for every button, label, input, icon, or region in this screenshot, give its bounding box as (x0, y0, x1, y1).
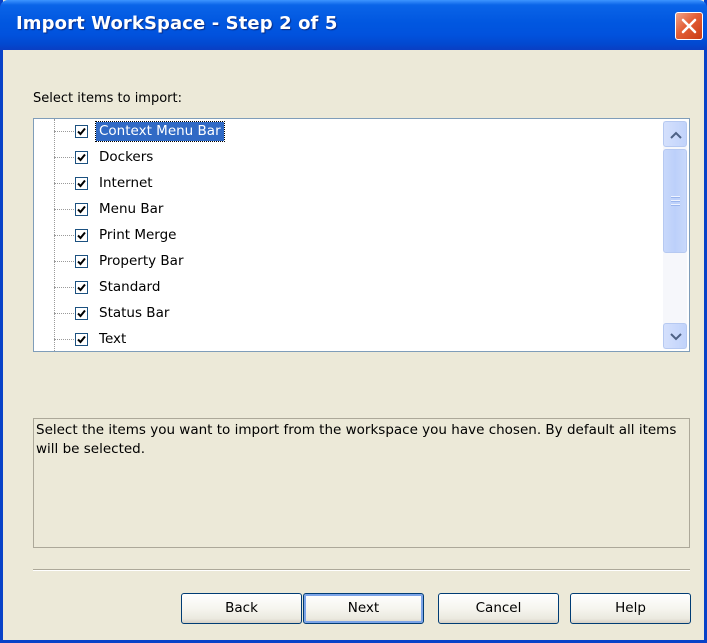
tree-item[interactable]: Internet (34, 171, 654, 197)
tree-item[interactable]: Text (34, 327, 654, 351)
item-checkbox[interactable] (75, 151, 88, 164)
item-checkbox[interactable] (75, 333, 88, 346)
tree-item[interactable]: Print Merge (34, 223, 654, 249)
tree-connector (54, 209, 76, 210)
tree-item-label[interactable]: Context Menu Bar (95, 121, 225, 142)
tree-item-label[interactable]: Dockers (96, 148, 156, 167)
items-tree[interactable]: Context Menu Bar Dockers Internet Menu Bar P… (33, 118, 690, 352)
tree-connector (54, 261, 76, 262)
chevron-up-icon (670, 131, 682, 139)
title-bar[interactable]: Import WorkSpace - Step 2 of 5 (0, 0, 707, 50)
tree-item-label[interactable]: Print Merge (96, 226, 180, 245)
tree-item-label[interactable]: Menu Bar (96, 200, 166, 219)
item-checkbox[interactable] (75, 229, 88, 242)
cancel-button[interactable]: Cancel (438, 593, 559, 624)
chevron-down-icon (670, 333, 682, 341)
close-button[interactable] (675, 12, 703, 40)
checkmark-icon (77, 127, 86, 136)
item-checkbox[interactable] (75, 177, 88, 190)
tree-connector (54, 313, 76, 314)
tree-item-label[interactable]: Status Bar (96, 304, 172, 323)
item-checkbox[interactable] (75, 125, 88, 138)
item-checkbox[interactable] (75, 255, 88, 268)
tree-item[interactable]: Standard (34, 275, 654, 301)
dialog-title: Import WorkSpace - Step 2 of 5 (16, 13, 338, 34)
checkmark-icon (77, 231, 86, 240)
checkmark-icon (77, 309, 86, 318)
back-button[interactable]: Back (181, 593, 302, 624)
vertical-scrollbar[interactable] (663, 121, 687, 349)
checkmark-icon (77, 153, 86, 162)
import-workspace-dialog: Import WorkSpace - Step 2 of 5 Select it… (0, 0, 707, 643)
tree-item-label[interactable]: Text (96, 330, 129, 349)
item-checkbox[interactable] (75, 307, 88, 320)
tree-item[interactable]: Dockers (34, 145, 654, 171)
close-icon (681, 18, 697, 34)
tree-item[interactable]: Menu Bar (34, 197, 654, 223)
help-button[interactable]: Help (570, 593, 691, 624)
tree-item[interactable]: Property Bar (34, 249, 654, 275)
tree-connector (54, 131, 76, 132)
checkmark-icon (77, 335, 86, 344)
separator (33, 569, 690, 571)
checkmark-icon (77, 257, 86, 266)
next-button[interactable]: Next (303, 593, 424, 624)
tree-connector (54, 235, 76, 236)
checkmark-icon (77, 179, 86, 188)
checkmark-icon (77, 283, 86, 292)
tree-connector (54, 183, 76, 184)
tree-connector (54, 287, 76, 288)
select-items-label: Select items to import: (33, 91, 182, 106)
scroll-thumb[interactable] (663, 149, 687, 253)
tree-item[interactable]: Status Bar (34, 301, 654, 327)
tree-item[interactable]: Context Menu Bar (34, 119, 654, 145)
checkmark-icon (77, 205, 86, 214)
tree-item-label[interactable]: Standard (96, 278, 163, 297)
scroll-up-button[interactable] (663, 121, 687, 147)
tree-connector (54, 157, 76, 158)
tree-item-label[interactable]: Internet (96, 174, 156, 193)
item-checkbox[interactable] (75, 203, 88, 216)
item-checkbox[interactable] (75, 281, 88, 294)
tree-connector (54, 339, 76, 340)
description-box: Select the items you want to import from… (33, 418, 690, 548)
tree-item-label[interactable]: Property Bar (96, 252, 187, 271)
scroll-down-button[interactable] (663, 323, 687, 349)
